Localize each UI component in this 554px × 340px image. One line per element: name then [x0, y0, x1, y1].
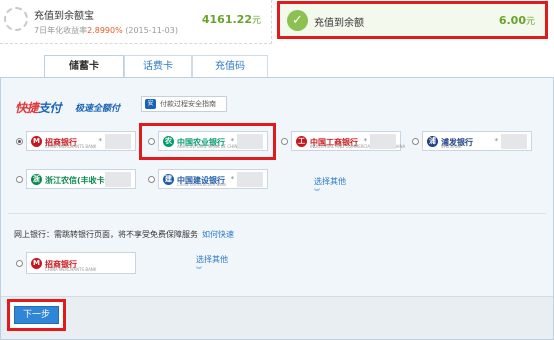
tab-phone-card[interactable]: 话费卡 — [124, 55, 192, 77]
cmb-logo-icon: M — [31, 136, 42, 147]
icbc-logo-icon: 工 — [296, 136, 307, 147]
bank-card-abc[interactable]: 农 中国农业银行 AGRICULTURAL BANK OF CHINA * — [158, 131, 268, 151]
bank-card-icbc[interactable]: 工 中国工商银行 INDUSTRIAL AND COMMERCIAL BANK … — [291, 131, 405, 151]
option-balance[interactable]: ✓ 充值到余额 6.00元 — [277, 1, 548, 39]
option-title: 充值到余额宝 — [34, 11, 94, 22]
shield-icon: 安 — [145, 99, 156, 109]
bank-radio-abc[interactable] — [148, 138, 155, 145]
cmb-logo-icon: M — [31, 258, 42, 269]
quick-pay-slogan: 极速全额付 — [75, 104, 121, 114]
masked-card-number — [105, 134, 131, 149]
chevron-down-icon: ︾ — [196, 267, 203, 274]
more-online-banks-link[interactable]: 选择其他 ︾ — [196, 254, 228, 274]
masked-card-number — [237, 134, 263, 149]
zjrc-logo-icon: 浙 — [31, 174, 42, 185]
recharge-page: 充值到余额宝 7日年化收益率2.8990% (2015-11-03) 4161.… — [0, 0, 554, 340]
check-icon: ✓ — [287, 10, 308, 31]
spdb-logo-icon: 浦 — [427, 136, 438, 147]
bank-radio-ccb[interactable] — [148, 176, 155, 183]
bank-card-cmb[interactable]: M 招商银行 CHINA MERCHANTS BANK * — [26, 131, 136, 151]
bank-radio-icbc[interactable] — [281, 138, 288, 145]
quick-pay-logo: 快捷支付 — [15, 101, 62, 115]
section-divider — [8, 213, 546, 214]
online-bank-header: 网上银行：需跳转银行页面，将不享受免费保障服务 如何快速 — [14, 230, 234, 239]
next-button[interactable]: 下一步 — [14, 306, 59, 324]
tab-debit-card[interactable]: 储蓄卡 — [44, 55, 124, 78]
bank-card-zjrc[interactable]: 浙 浙江农信(丰收卡) * — [26, 169, 136, 189]
balance-treasure-amount: 4161.22元 — [201, 13, 261, 26]
next-button-highlight: 下一步 — [7, 299, 66, 331]
abc-logo-icon: 农 — [163, 136, 174, 147]
bank-card-spdb[interactable]: 浦 浦发银行 SPD BANK * — [422, 131, 532, 151]
yield-info: 7日年化收益率2.8990% (2015-11-03) — [34, 26, 178, 35]
option-title: 充值到余额 — [314, 18, 364, 29]
tab-recharge-code[interactable]: 充值码 — [192, 55, 268, 77]
option-radio[interactable] — [4, 7, 28, 31]
masked-card-number — [105, 172, 131, 187]
bank-radio-cmb[interactable] — [16, 138, 23, 145]
masked-card-number — [501, 134, 527, 149]
help-link[interactable]: 如何快速 — [202, 230, 234, 239]
ccb-logo-icon: 建 — [163, 174, 174, 185]
bank-card-ccb[interactable]: 建 中国建设银行 China Construction Bank * — [158, 169, 268, 189]
footer-bar — [1, 296, 553, 339]
masked-card-number — [370, 134, 396, 149]
online-bank-card-cmb[interactable]: M 招商银行 CHINA MERCHANTS BANK — [26, 252, 136, 274]
chevron-down-icon: ︾ — [314, 189, 321, 196]
payment-guide-button[interactable]: 安 付款过程安全指南 — [141, 96, 227, 112]
balance-amount: 6.00元 — [498, 14, 535, 27]
bank-radio-spdb[interactable] — [412, 138, 419, 145]
online-bank-radio-cmb[interactable] — [16, 260, 23, 267]
more-banks-link[interactable]: 选择其他 ︾ — [314, 176, 346, 196]
yield-rate: 2.8990% — [87, 26, 123, 35]
bank-radio-zjrc[interactable] — [16, 176, 23, 183]
option-balance-treasure[interactable]: 充值到余额宝 7日年化收益率2.8990% (2015-11-03) 4161.… — [0, 0, 272, 44]
masked-card-number — [237, 172, 263, 187]
